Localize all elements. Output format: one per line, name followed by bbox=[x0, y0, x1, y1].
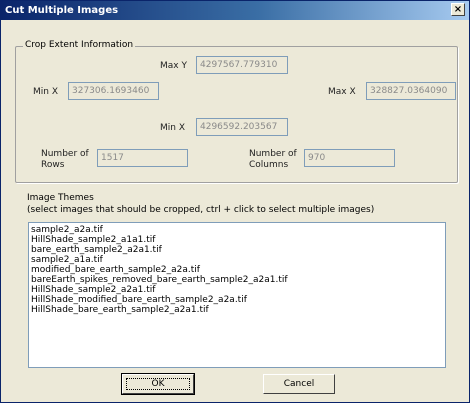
close-icon: × bbox=[453, 4, 463, 15]
focus-rect bbox=[126, 378, 190, 390]
list-item[interactable]: sample2_a2a.tif bbox=[31, 225, 443, 235]
title-bar[interactable]: Cut Multiple Images × bbox=[1, 1, 469, 20]
list-item[interactable]: sample2_a1a.tif bbox=[31, 255, 443, 265]
min-x-bottom-field[interactable]: 4296592.203567 bbox=[196, 118, 288, 136]
image-themes-title: Image Themes bbox=[27, 193, 94, 203]
image-themes-listbox[interactable]: sample2_a2a.tif HillShade_sample2_a1a1.t… bbox=[28, 222, 446, 368]
max-x-field[interactable]: 328827.0364090 bbox=[366, 82, 456, 100]
min-x-left-label: Min X bbox=[33, 87, 58, 97]
cancel-button[interactable]: Cancel bbox=[263, 374, 335, 394]
max-x-label: Max X bbox=[328, 87, 356, 97]
image-themes-hint: (select images that should be cropped, c… bbox=[27, 205, 375, 215]
list-item[interactable]: HillShade_modified_bare_earth_sample2_a2… bbox=[31, 295, 443, 305]
rows-field[interactable]: 1517 bbox=[97, 149, 188, 167]
list-item[interactable]: HillShade_sample2_a1a1.tif bbox=[31, 235, 443, 245]
columns-field[interactable]: 970 bbox=[304, 149, 395, 167]
rows-label: Number of Rows bbox=[41, 149, 89, 171]
list-item[interactable]: HillShade_bare_earth_sample2_a2a1.tif bbox=[31, 305, 443, 315]
columns-label-line2: Columns bbox=[249, 160, 289, 170]
columns-label: Number of Columns bbox=[249, 149, 297, 171]
list-item[interactable]: HillShade_sample2_a2a1.tif bbox=[31, 285, 443, 295]
columns-label-line1: Number of bbox=[249, 149, 297, 159]
image-themes-label: Image Themes (select images that should … bbox=[27, 192, 374, 216]
list-item[interactable]: modified_bare_earth_sample2_a2a.tif bbox=[31, 265, 443, 275]
rows-label-line2: Rows bbox=[41, 160, 65, 170]
ok-button[interactable]: OK bbox=[121, 373, 195, 395]
cancel-button-label: Cancel bbox=[283, 379, 315, 389]
list-item[interactable]: bareEarth_spikes_removed_bare_earth_samp… bbox=[31, 275, 443, 285]
list-item[interactable]: bare_earth_sample2_a2a1.tif bbox=[31, 245, 443, 255]
window-title: Cut Multiple Images bbox=[5, 5, 119, 16]
max-y-label: Max Y bbox=[160, 61, 187, 71]
min-x-left-field[interactable]: 327306.1693460 bbox=[68, 82, 159, 100]
rows-label-line1: Number of bbox=[41, 149, 89, 159]
crop-extent-legend: Crop Extent Information bbox=[23, 40, 136, 50]
max-y-field[interactable]: 4297567.779310 bbox=[196, 56, 288, 74]
cut-multiple-images-dialog: Cut Multiple Images × Crop Extent Inform… bbox=[0, 0, 470, 403]
close-button[interactable]: × bbox=[451, 3, 465, 16]
min-x-bottom-label: Min X bbox=[160, 123, 185, 133]
